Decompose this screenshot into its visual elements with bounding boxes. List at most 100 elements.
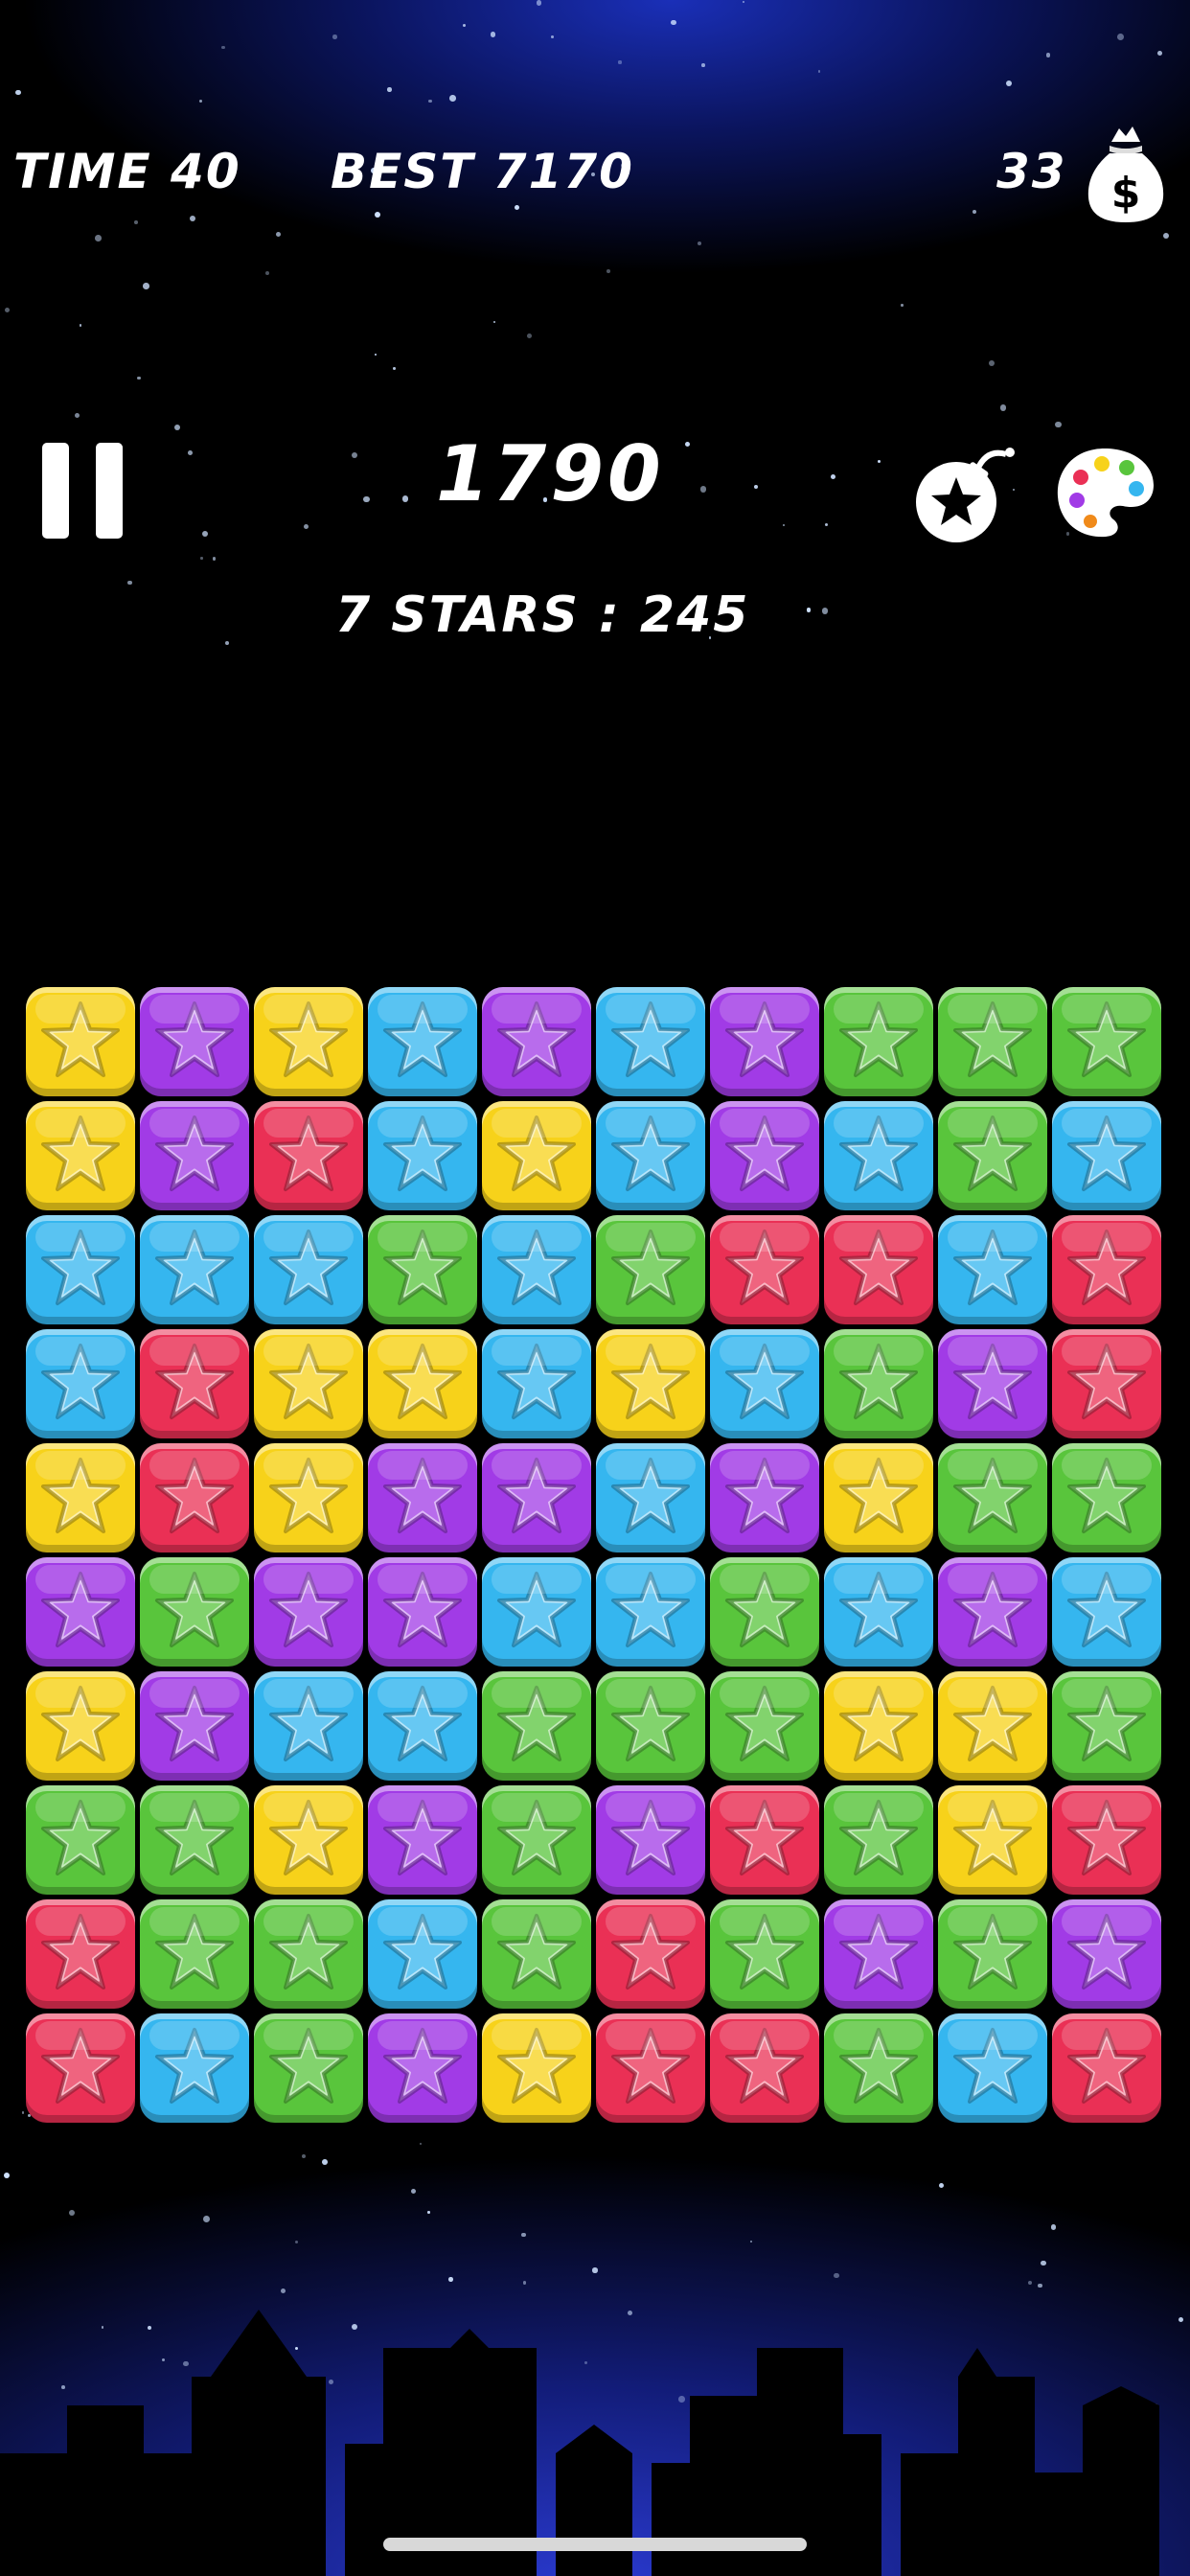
star-tile-red[interactable]	[710, 1785, 819, 1895]
star-tile-purple[interactable]	[482, 1443, 591, 1552]
star-tile-green[interactable]	[140, 1557, 249, 1667]
star-tile-yellow[interactable]	[482, 2013, 591, 2123]
star-tile-yellow[interactable]	[938, 1785, 1047, 1895]
star-tile-blue[interactable]	[482, 1215, 591, 1324]
star-tile-green[interactable]	[938, 987, 1047, 1096]
star-tile-blue[interactable]	[140, 1215, 249, 1324]
star-tile-yellow[interactable]	[26, 1671, 135, 1781]
star-tile-yellow[interactable]	[368, 1329, 477, 1438]
star-tile-green[interactable]	[710, 1557, 819, 1667]
star-tile-blue[interactable]	[254, 1671, 363, 1781]
star-tile-blue[interactable]	[368, 1671, 477, 1781]
star-tile-purple[interactable]	[1052, 1899, 1161, 2009]
star-tile-purple[interactable]	[938, 1557, 1047, 1667]
star-tile-blue[interactable]	[482, 1557, 591, 1667]
star-tile-green[interactable]	[482, 1899, 591, 2009]
star-tile-blue[interactable]	[596, 1443, 705, 1552]
star-tile-purple[interactable]	[368, 1785, 477, 1895]
star-tile-blue[interactable]	[824, 1101, 933, 1210]
star-tile-purple[interactable]	[368, 1557, 477, 1667]
star-tile-purple[interactable]	[26, 1557, 135, 1667]
star-tile-green[interactable]	[824, 2013, 933, 2123]
star-tile-blue[interactable]	[938, 1215, 1047, 1324]
star-tile-blue[interactable]	[140, 2013, 249, 2123]
star-tile-blue[interactable]	[1052, 1557, 1161, 1667]
star-tile-purple[interactable]	[140, 987, 249, 1096]
star-tile-yellow[interactable]	[482, 1101, 591, 1210]
star-tile-green[interactable]	[710, 1671, 819, 1781]
star-tile-purple[interactable]	[938, 1329, 1047, 1438]
star-tile-yellow[interactable]	[26, 987, 135, 1096]
star-tile-red[interactable]	[596, 2013, 705, 2123]
star-tile-blue[interactable]	[824, 1557, 933, 1667]
star-tile-green[interactable]	[482, 1785, 591, 1895]
star-tile-green[interactable]	[368, 1215, 477, 1324]
star-tile-green[interactable]	[1052, 987, 1161, 1096]
star-tile-blue[interactable]	[482, 1329, 591, 1438]
star-tile-purple[interactable]	[140, 1671, 249, 1781]
money-bag-icon[interactable]: $	[1081, 123, 1171, 226]
star-tile-green[interactable]	[254, 1899, 363, 2009]
star-tile-green[interactable]	[1052, 1443, 1161, 1552]
star-tile-blue[interactable]	[596, 1557, 705, 1667]
star-tile-red[interactable]	[140, 1329, 249, 1438]
star-tile-blue[interactable]	[26, 1215, 135, 1324]
star-tile-green[interactable]	[824, 1329, 933, 1438]
star-tile-green[interactable]	[1052, 1671, 1161, 1781]
star-tile-red[interactable]	[1052, 1215, 1161, 1324]
star-tile-green[interactable]	[824, 987, 933, 1096]
star-tile-green[interactable]	[710, 1899, 819, 2009]
star-tile-blue[interactable]	[938, 2013, 1047, 2123]
star-tile-yellow[interactable]	[26, 1101, 135, 1210]
star-tile-red[interactable]	[710, 2013, 819, 2123]
star-tile-yellow[interactable]	[596, 1329, 705, 1438]
star-tile-green[interactable]	[824, 1785, 933, 1895]
star-tile-yellow[interactable]	[824, 1443, 933, 1552]
star-tile-red[interactable]	[254, 1101, 363, 1210]
star-tile-purple[interactable]	[710, 1101, 819, 1210]
star-tile-yellow[interactable]	[26, 1443, 135, 1552]
star-tile-red[interactable]	[1052, 1785, 1161, 1895]
star-tile-blue[interactable]	[26, 1329, 135, 1438]
star-tile-purple[interactable]	[254, 1557, 363, 1667]
star-tile-purple[interactable]	[368, 2013, 477, 2123]
star-tile-purple[interactable]	[368, 1443, 477, 1552]
star-tile-green[interactable]	[26, 1785, 135, 1895]
star-tile-blue[interactable]	[1052, 1101, 1161, 1210]
star-tile-blue[interactable]	[710, 1329, 819, 1438]
star-tile-red[interactable]	[26, 2013, 135, 2123]
star-tile-blue[interactable]	[368, 1899, 477, 2009]
star-tile-blue[interactable]	[368, 1101, 477, 1210]
star-tile-green[interactable]	[938, 1443, 1047, 1552]
star-tile-red[interactable]	[824, 1215, 933, 1324]
star-tile-yellow[interactable]	[824, 1671, 933, 1781]
star-bomb-icon[interactable]	[910, 441, 1020, 546]
star-tile-red[interactable]	[1052, 2013, 1161, 2123]
star-tile-purple[interactable]	[596, 1785, 705, 1895]
star-tile-blue[interactable]	[254, 1215, 363, 1324]
star-tile-red[interactable]	[710, 1215, 819, 1324]
star-tile-purple[interactable]	[824, 1899, 933, 2009]
star-tile-yellow[interactable]	[254, 1443, 363, 1552]
star-tile-red[interactable]	[140, 1443, 249, 1552]
star-tile-green[interactable]	[596, 1215, 705, 1324]
star-tile-red[interactable]	[596, 1899, 705, 2009]
star-tile-yellow[interactable]	[938, 1671, 1047, 1781]
star-tile-green[interactable]	[140, 1899, 249, 2009]
color-palette-icon[interactable]	[1052, 443, 1157, 542]
star-tile-purple[interactable]	[710, 1443, 819, 1552]
star-tile-red[interactable]	[1052, 1329, 1161, 1438]
star-tile-green[interactable]	[482, 1671, 591, 1781]
star-tile-green[interactable]	[254, 2013, 363, 2123]
star-tile-purple[interactable]	[482, 987, 591, 1096]
star-tile-green[interactable]	[140, 1785, 249, 1895]
home-indicator[interactable]	[383, 2538, 807, 2551]
star-tile-green[interactable]	[596, 1671, 705, 1781]
star-tile-yellow[interactable]	[254, 987, 363, 1096]
star-tile-red[interactable]	[26, 1899, 135, 2009]
star-tile-yellow[interactable]	[254, 1329, 363, 1438]
star-tile-blue[interactable]	[596, 1101, 705, 1210]
star-tile-green[interactable]	[938, 1101, 1047, 1210]
star-tile-green[interactable]	[938, 1899, 1047, 2009]
star-tile-purple[interactable]	[140, 1101, 249, 1210]
